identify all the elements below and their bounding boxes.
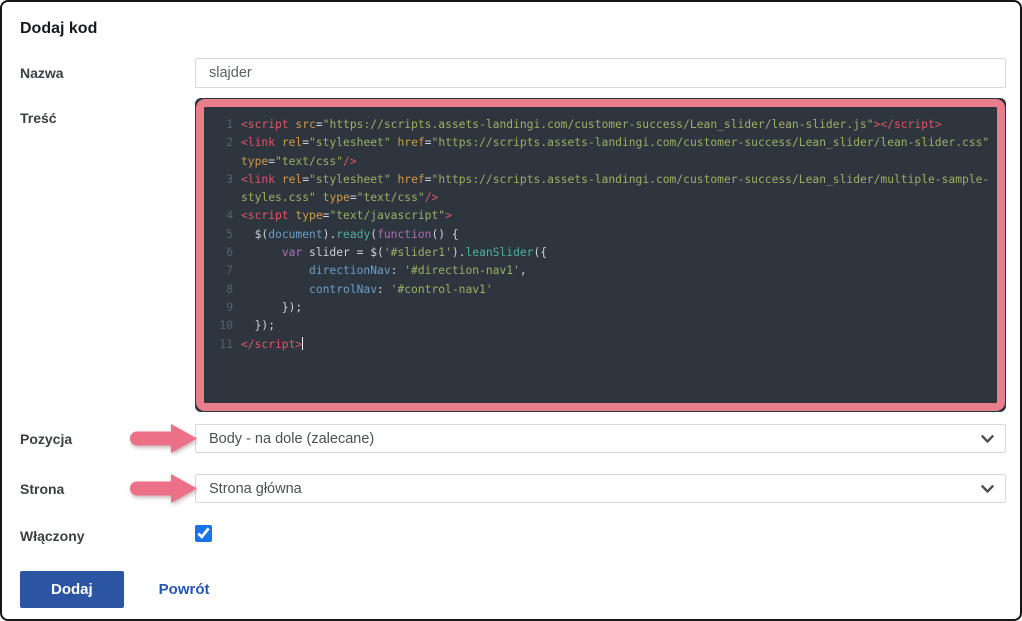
code-line: 9 }); [211,299,990,317]
line-number: 11 [211,336,233,354]
name-row: Nazwa [20,58,1006,88]
line-number: 4 [211,207,233,225]
line-number: 5 [211,226,233,244]
code-line: 6 var slider = $('#slider1').leanSlider(… [211,244,990,262]
position-select[interactable]: Body - na dole (zalecane) [195,424,1006,453]
line-number: 1 [211,116,233,134]
code-line: 5 $(document).ready(function() { [211,226,990,244]
enabled-label: Włączony [20,528,195,544]
text-cursor [302,337,303,350]
page-row: Strona Strona główna [20,474,1006,503]
code-line: 10 }); [211,317,990,335]
name-input[interactable] [195,58,1006,88]
position-select-wrap: Body - na dole (zalecane) [195,424,1006,453]
submit-button[interactable]: Dodaj [20,571,124,608]
enabled-checkbox[interactable] [195,525,212,542]
code-editor[interactable]: 1<script src="https://scripts.assets-lan… [195,98,1006,412]
line-number: 6 [211,244,233,262]
content-row: Treść 1<script src="https://scripts.asse… [20,98,1006,412]
code-line: 7 directionNav: '#direction-nav1', [211,262,990,280]
code-line: 4<script type="text/javascript"> [211,207,990,225]
name-label: Nazwa [20,65,195,81]
line-number: 2 [211,134,233,152]
line-number: 10 [211,317,233,335]
line-number [211,189,233,207]
enabled-row: Włączony [20,525,1006,547]
page-title: Dodaj kod [20,20,1006,38]
code-line: 2<link rel="stylesheet" href="https://sc… [211,134,990,152]
code-line: 11</script> [211,336,990,354]
back-link[interactable]: Powrót [159,581,210,598]
code-line: styles.css" type="text/css"/> [211,189,990,207]
line-number: 3 [211,171,233,189]
arrow-annotation-icon [126,419,202,459]
position-row: Pozycja Body - na dole (zalecane) [20,424,1006,453]
code-line: 8 controlNav: '#control-nav1' [211,281,990,299]
line-number: 9 [211,299,233,317]
page-select-wrap: Strona główna [195,474,1006,503]
actions-row: Dodaj Powrót [20,571,1006,608]
add-code-form: Dodaj kod Nazwa Treść 1<script src="http… [0,0,1022,621]
arrow-annotation-icon [126,469,202,509]
page-select[interactable]: Strona główna [195,474,1006,503]
line-number: 8 [211,281,233,299]
code-line: 3<link rel="stylesheet" href="https://sc… [211,171,990,189]
line-number: 7 [211,262,233,280]
content-label: Treść [20,98,195,126]
line-number [211,153,233,171]
code-line: 1<script src="https://scripts.assets-lan… [211,116,990,134]
code-line: type="text/css"/> [211,153,990,171]
